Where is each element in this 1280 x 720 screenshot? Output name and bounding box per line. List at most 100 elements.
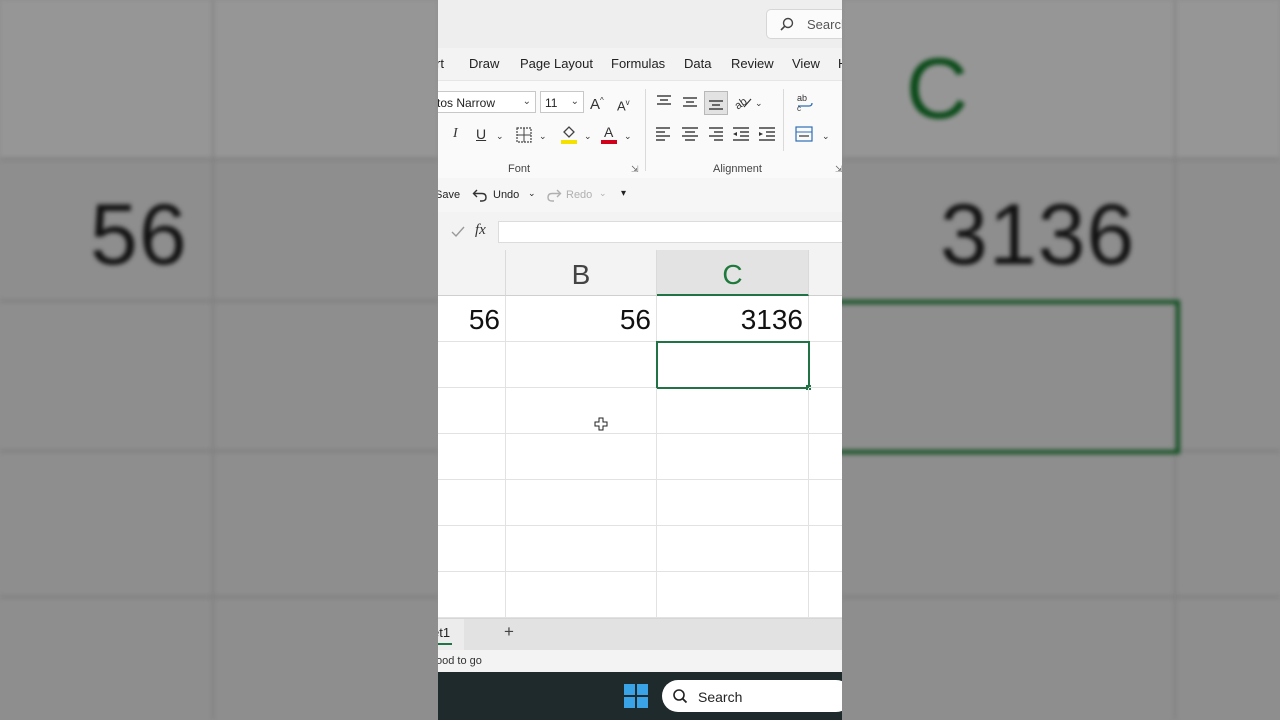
sheet-tab-area	[464, 619, 842, 651]
cell-b3[interactable]	[506, 388, 657, 434]
ribbon-tabs: rt Draw Page Layout Formulas Data Review…	[438, 48, 842, 80]
increase-font-size-icon[interactable]: A^	[590, 93, 604, 113]
cell-c6[interactable]	[657, 526, 809, 572]
cell-b2[interactable]	[506, 342, 657, 388]
undo-button[interactable]: Undo	[493, 189, 519, 201]
fill-color-icon[interactable]	[558, 123, 580, 145]
chevron-down-icon[interactable]: ⌄	[528, 188, 536, 199]
tab-draw[interactable]: Draw	[469, 56, 499, 71]
underline-icon[interactable]: U	[476, 126, 486, 142]
windows-start-icon[interactable]	[624, 684, 648, 708]
tab-data[interactable]: Data	[684, 56, 711, 71]
chevron-down-icon[interactable]: ⌄	[822, 128, 830, 144]
font-size-value: 11	[545, 96, 558, 110]
wrap-text-icon[interactable]: abc	[794, 91, 816, 113]
cell-c7[interactable]	[657, 572, 809, 618]
increase-indent-icon[interactable]	[756, 123, 778, 145]
align-bottom-icon[interactable]	[704, 91, 728, 115]
bg-column-header: C	[906, 41, 969, 137]
font-size-dropdown[interactable]: 11 ⌄	[540, 91, 584, 113]
bg-cell-value: 3136	[940, 187, 1136, 283]
font-color-icon[interactable]: A	[598, 123, 620, 145]
tab-help[interactable]: H	[838, 56, 842, 71]
cell-c5[interactable]	[657, 480, 809, 526]
align-left-icon[interactable]	[653, 123, 675, 145]
quick-access-toolbar: Save Undo ⌄ Redo ⌄ ▾	[438, 178, 842, 213]
merge-center-icon[interactable]	[793, 123, 815, 145]
worksheet-grid[interactable]: B C 56 56 3136	[438, 250, 842, 618]
title-search-placeholder: Search	[807, 17, 842, 32]
cell-a5[interactable]	[438, 480, 506, 526]
decrease-font-size-icon[interactable]: Av	[617, 95, 630, 114]
cell-a3[interactable]	[438, 388, 506, 434]
cell-b7[interactable]	[506, 572, 657, 618]
redo-icon[interactable]	[546, 187, 562, 203]
font-dialog-launcher-icon[interactable]: ⇲	[631, 164, 639, 175]
borders-icon[interactable]	[514, 125, 536, 147]
cell-d1[interactable]	[809, 296, 842, 342]
add-sheet-button[interactable]: +	[504, 622, 514, 642]
sheet-tab-bar: et1 +	[438, 618, 842, 651]
cell-c4[interactable]	[657, 434, 809, 480]
column-header-c[interactable]: C	[657, 250, 809, 296]
chevron-down-icon[interactable]: ⌄	[599, 188, 607, 199]
tab-insert[interactable]: rt	[438, 56, 444, 71]
group-separator	[783, 89, 784, 151]
cell-d2[interactable]	[809, 342, 842, 388]
sheet-tab-active[interactable]: et1	[438, 625, 450, 640]
bg-gridline	[0, 300, 438, 302]
column-header-a[interactable]	[438, 250, 506, 296]
cell-a4[interactable]	[438, 434, 506, 480]
taskbar-search-label: Search	[698, 689, 743, 705]
italic-icon[interactable]: I	[453, 126, 458, 142]
cell-d3[interactable]	[809, 388, 842, 434]
cell-d6[interactable]	[809, 526, 842, 572]
check-icon[interactable]	[450, 224, 466, 240]
bg-selection	[842, 300, 1180, 454]
search-icon	[780, 17, 794, 31]
align-right-icon[interactable]	[704, 123, 726, 145]
undo-icon[interactable]	[472, 187, 488, 203]
save-button[interactable]: Save	[438, 189, 460, 201]
chevron-down-icon[interactable]: ⌄	[624, 128, 632, 144]
cell-a7[interactable]	[438, 572, 506, 618]
tab-review[interactable]: Review	[731, 56, 774, 71]
cell-c1[interactable]: 3136	[657, 296, 809, 342]
title-search-box[interactable]: Search	[766, 9, 842, 39]
formula-input[interactable]	[498, 221, 842, 243]
font-name-dropdown[interactable]: tos Narrow ⌄	[438, 91, 536, 113]
insert-function-button[interactable]: fx	[475, 222, 486, 239]
cell-a6[interactable]	[438, 526, 506, 572]
cell-b1[interactable]: 56	[506, 296, 657, 342]
align-center-icon[interactable]	[679, 123, 701, 145]
column-header-b[interactable]: B	[506, 250, 657, 296]
tab-view[interactable]: View	[792, 56, 820, 71]
align-middle-icon[interactable]	[679, 91, 701, 113]
tab-page-layout[interactable]: Page Layout	[520, 56, 593, 71]
cell-a2[interactable]	[438, 342, 506, 388]
cell-b4[interactable]	[506, 434, 657, 480]
tab-formulas[interactable]: Formulas	[611, 56, 665, 71]
redo-button[interactable]: Redo	[566, 189, 592, 201]
font-group-label: Font	[508, 163, 531, 175]
chevron-down-icon[interactable]: ⌄	[539, 128, 547, 144]
cell-value: 56	[619, 304, 651, 335]
cell-d5[interactable]	[809, 480, 842, 526]
column-header-d[interactable]	[809, 250, 842, 296]
cell-d7[interactable]	[809, 572, 842, 618]
orientation-icon[interactable]: ab	[732, 91, 754, 113]
cell-d4[interactable]	[809, 434, 842, 480]
customize-qat-icon[interactable]: ▾	[621, 188, 626, 199]
cell-c3[interactable]	[657, 388, 809, 434]
cell-c2-selected[interactable]	[656, 341, 810, 389]
chevron-down-icon[interactable]: ⌄	[496, 128, 504, 144]
cell-b6[interactable]	[506, 526, 657, 572]
chevron-down-icon[interactable]: ⌄	[584, 128, 592, 144]
cell-b5[interactable]	[506, 480, 657, 526]
taskbar-search-box[interactable]: Search	[662, 680, 842, 712]
decrease-indent-icon[interactable]	[730, 123, 752, 145]
align-top-icon[interactable]	[653, 91, 675, 113]
cell-a1[interactable]: 56	[438, 296, 506, 342]
alignment-dialog-launcher-icon[interactable]: ⇲	[835, 164, 842, 175]
chevron-down-icon[interactable]: ⌄	[755, 95, 763, 111]
